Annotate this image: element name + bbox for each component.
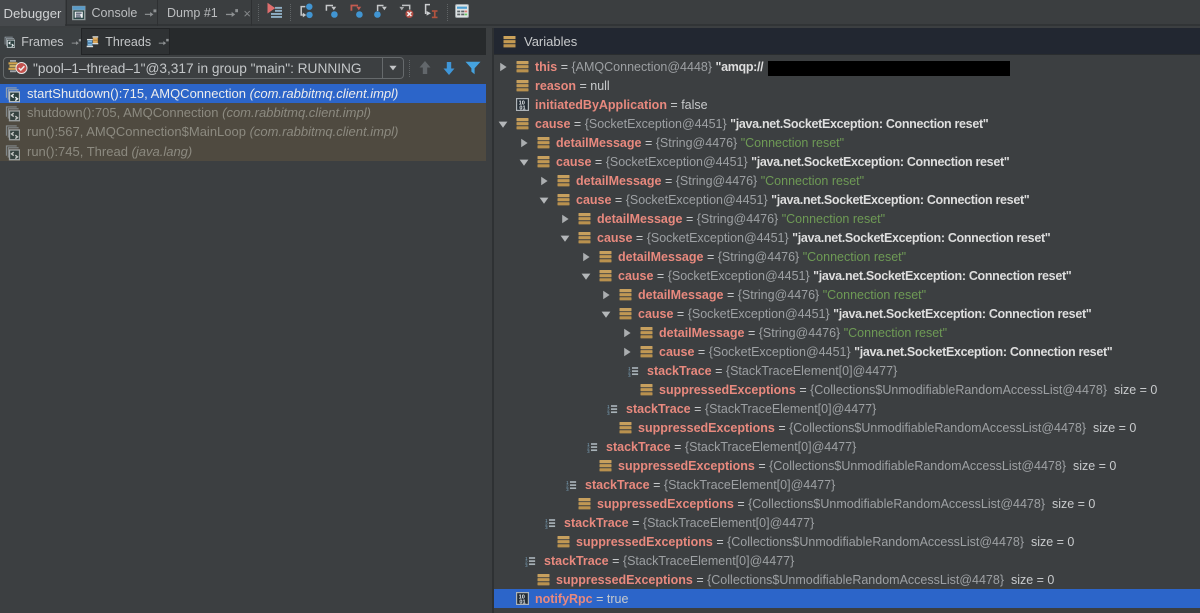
svg-text:01: 01 [519,599,525,605]
svg-text:3: 3 [566,487,569,492]
svg-text:3: 3 [545,525,548,530]
svg-text:3: 3 [607,411,610,416]
svg-text:3: 3 [628,373,631,378]
svg-text:3: 3 [587,449,590,454]
svg-text:01: 01 [519,105,525,111]
svg-text:3: 3 [525,563,528,568]
